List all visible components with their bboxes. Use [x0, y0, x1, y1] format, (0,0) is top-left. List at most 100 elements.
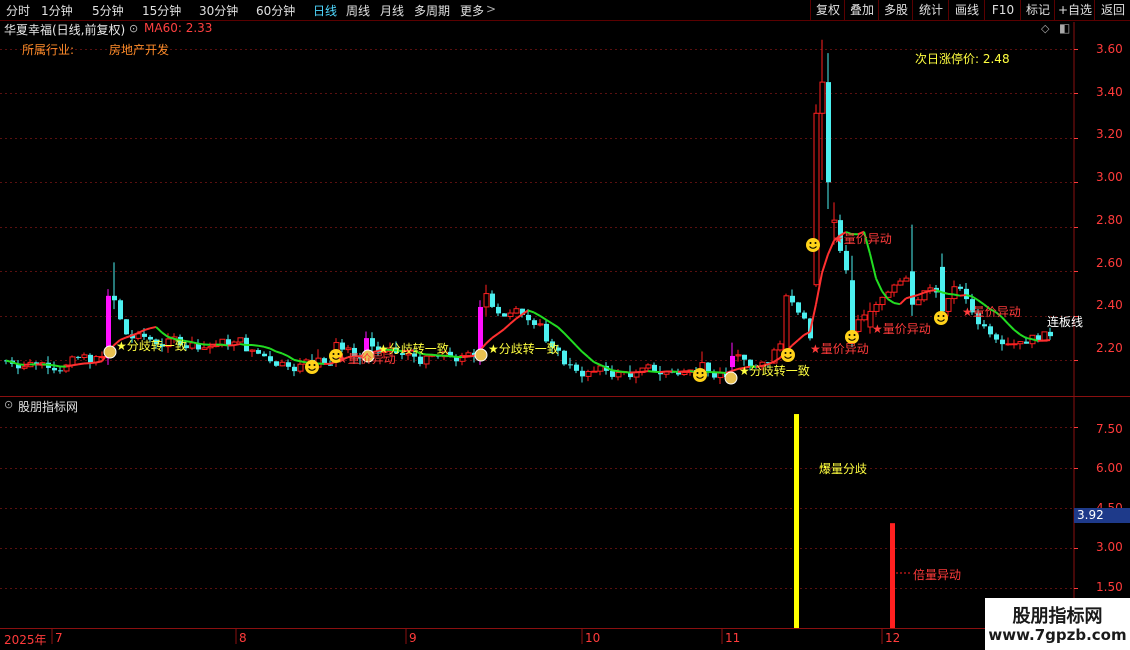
price-tick: 2.60 [1096, 256, 1123, 270]
ma60-line [563, 332, 571, 340]
ma60-line [65, 364, 73, 368]
candle-body [730, 355, 735, 368]
candle-body [88, 354, 93, 363]
candle-body [297, 363, 304, 372]
candle-body [496, 306, 501, 314]
smiley-icon [942, 315, 945, 317]
candle-body [1048, 331, 1053, 337]
candle-body [21, 366, 28, 369]
ma60-line [719, 371, 727, 374]
diamond-icon[interactable]: ◇ [1041, 22, 1049, 35]
smiley-icon [809, 242, 812, 244]
ma60-line [251, 344, 259, 347]
candle-body [1017, 341, 1024, 345]
candle-body [118, 300, 123, 320]
candle-body [826, 82, 831, 183]
candle-body [274, 361, 279, 366]
ma60-line [233, 343, 241, 347]
watermark-banner: 股朋指标网 www.7gpzb.com [985, 598, 1130, 650]
candle-body [580, 370, 585, 377]
candle-body [292, 366, 297, 372]
smiley-icon [332, 353, 335, 355]
candle-body [879, 296, 886, 306]
ma60-line [467, 354, 475, 358]
chevron-down-icon[interactable]: ⊙ [4, 398, 13, 411]
ma60-line [659, 370, 667, 374]
ma60-line [71, 363, 79, 367]
month-label: 8 [239, 631, 247, 645]
ma60-line [929, 289, 937, 292]
candle-body [189, 342, 196, 349]
candle-body [465, 352, 472, 357]
month-label: 7 [55, 631, 63, 645]
candle-body [958, 286, 963, 289]
candle-body [418, 356, 423, 364]
candle-body [124, 319, 129, 335]
ma60-line [221, 343, 229, 347]
vol-price-anomaly: ★量价异动 [872, 322, 931, 336]
smiley-icon [848, 334, 851, 336]
candle-body [591, 370, 598, 373]
candle-body [1005, 343, 1012, 346]
ma60-line [731, 368, 739, 372]
ma60-line [647, 370, 655, 373]
smiley-icon [701, 372, 704, 374]
divergence-annotation: ★分歧转一致 [739, 364, 810, 378]
candle-body [802, 312, 807, 319]
watermark-title: 股朋指标网 [1012, 606, 1103, 627]
ma60-line [641, 370, 649, 373]
industry-label: 所属行业: [22, 43, 75, 57]
smiley-icon [305, 360, 319, 374]
divergence-annotation: ★分歧转一致 [488, 342, 559, 356]
month-label: 10 [585, 631, 601, 645]
candle-body [988, 326, 993, 335]
ma60-line [497, 328, 505, 335]
candle-body [262, 353, 267, 357]
ma60-line [191, 341, 199, 345]
ma60-line [623, 370, 631, 374]
month-label: 11 [725, 631, 741, 645]
consecutive-limit-line-label: 连板线 [1047, 315, 1084, 329]
candle-body [813, 112, 820, 286]
smiley-icon [853, 334, 856, 336]
chevron-down-icon[interactable]: ⊙ [129, 22, 138, 35]
month-label: 9 [409, 631, 417, 645]
candle-body [610, 370, 615, 377]
candle-body [982, 324, 987, 327]
candle-body [831, 219, 838, 223]
candle-body [645, 364, 652, 369]
sub-tick: 7.50 [1096, 422, 1123, 436]
sub-tick: 3.00 [1096, 540, 1123, 554]
ma60-line [791, 339, 799, 347]
ma60-line [587, 356, 595, 363]
candle-body [1024, 341, 1029, 344]
candle-body [873, 304, 880, 312]
candle-body [537, 323, 544, 326]
smiley-icon [693, 368, 707, 382]
candle-body [735, 354, 742, 357]
window-toggle-icon[interactable]: ◧ [1059, 21, 1070, 35]
candle-body [819, 81, 826, 114]
industry-value: 房地产开发 [109, 43, 170, 57]
candle-body [945, 298, 952, 312]
ma60-line [77, 362, 85, 366]
kline-chart[interactable] [0, 0, 1130, 650]
ma60-line [875, 277, 883, 292]
candle-body [562, 350, 567, 365]
candle-body [891, 284, 898, 293]
candle-body [69, 356, 76, 366]
ma60-line [449, 355, 457, 358]
money-bag-icon [103, 345, 117, 359]
ma60-line [269, 347, 277, 353]
candle-body [526, 314, 531, 321]
candle-body [279, 361, 286, 367]
candle-body [1000, 339, 1005, 345]
candle-body [850, 280, 855, 332]
ma60-line [281, 352, 289, 358]
candle-body [796, 302, 801, 313]
ma60-line [95, 360, 103, 364]
divergence-annotation: ★分歧转一致 [116, 339, 187, 353]
price-tick: 2.20 [1096, 341, 1123, 355]
ma60-line [509, 317, 517, 325]
ma60-line [551, 322, 559, 329]
